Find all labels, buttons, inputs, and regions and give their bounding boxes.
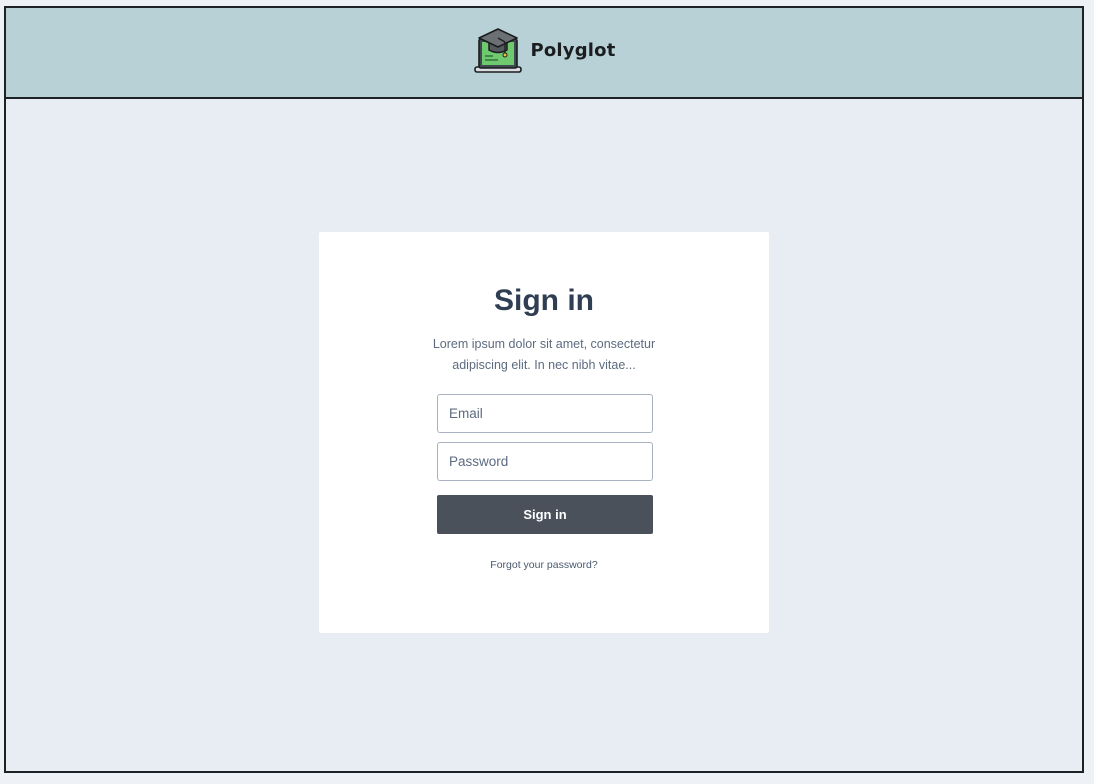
- signin-description: Lorem ipsum dolor sit amet, consectetur …: [432, 337, 656, 372]
- brand[interactable]: Polyglot: [472, 25, 615, 77]
- signin-title: Sign in: [494, 284, 594, 317]
- signin-button[interactable]: Sign in: [437, 495, 653, 534]
- forgot-password-link[interactable]: Forgot your password?: [319, 559, 769, 571]
- top-header: Polyglot: [6, 8, 1082, 99]
- email-input[interactable]: [437, 394, 653, 433]
- signin-card: Sign in Lorem ipsum dolor sit amet, cons…: [319, 232, 769, 633]
- app-name: Polyglot: [530, 40, 616, 61]
- password-input[interactable]: [437, 442, 653, 481]
- laptop-graduation-cap-icon: [474, 27, 523, 73]
- app-window: Polyglot Sign in Lorem ipsum dolor sit a…: [4, 6, 1084, 773]
